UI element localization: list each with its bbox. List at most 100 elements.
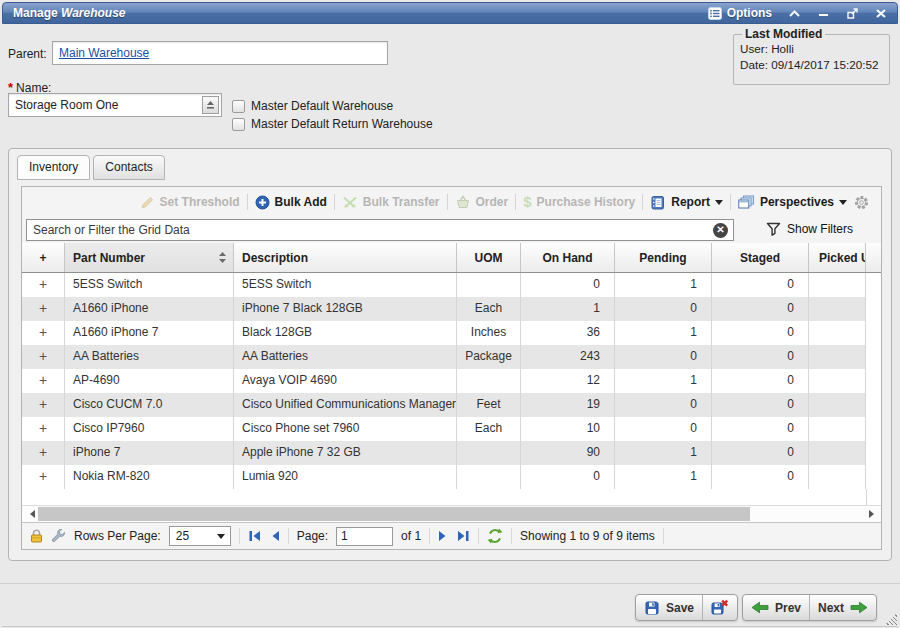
header-uom[interactable]: UOM <box>457 243 521 272</box>
cell-picked <box>809 345 866 369</box>
pencil-icon <box>140 195 155 210</box>
cell-uom <box>457 369 521 393</box>
table-row[interactable]: +A1660 iPhoneiPhone 7 Black 128GBEach100 <box>22 297 881 321</box>
scrollbar-thumb[interactable] <box>38 507 750 521</box>
gear-icon <box>854 195 869 210</box>
parent-label: Parent: <box>8 47 47 61</box>
master-default-return-warehouse-checkbox[interactable] <box>232 118 245 131</box>
inventory-grid: Set Threshold Bulk Add Bulk Transfer Ord… <box>21 186 882 550</box>
rows-per-page-select[interactable]: 25 <box>169 526 231 546</box>
save-button[interactable]: Save <box>636 595 702 620</box>
row-expander[interactable]: + <box>22 369 65 393</box>
master-default-warehouse-checkbox[interactable] <box>232 100 245 113</box>
cell-staged: 0 <box>712 297 809 321</box>
cell-desc: AA Batteries <box>234 345 457 369</box>
report-icon <box>650 195 666 210</box>
popout-icon[interactable] <box>846 7 859 19</box>
next-page-button[interactable] <box>438 530 448 542</box>
first-page-button[interactable] <box>248 530 262 542</box>
report-button[interactable]: Report <box>650 195 723 210</box>
prev-page-button[interactable] <box>270 530 280 542</box>
cell-uom: Each <box>457 417 521 441</box>
tab-contacts[interactable]: Contacts <box>93 155 164 180</box>
show-filters-button[interactable]: Show Filters <box>766 222 853 236</box>
table-row[interactable]: +iPhone 7Apple iPhone 7 32 GB9010 <box>22 441 881 465</box>
cell-staged: 0 <box>712 393 809 417</box>
cell-pending: 1 <box>615 321 712 345</box>
row-expander[interactable]: + <box>22 321 65 345</box>
header-pending[interactable]: Pending <box>615 243 712 272</box>
minimize-icon[interactable] <box>817 8 830 19</box>
parent-link[interactable]: Main Warehouse <box>59 46 149 60</box>
cell-staged: 0 <box>712 465 809 489</box>
order-button[interactable]: Order <box>455 195 509 209</box>
name-field[interactable]: Storage Room One <box>8 93 222 117</box>
row-scrollbar-stub <box>866 465 881 489</box>
transfer-arrows-icon <box>342 195 358 209</box>
next-button[interactable]: Next <box>810 595 876 620</box>
close-icon[interactable] <box>875 8 887 19</box>
cell-staged: 0 <box>712 369 809 393</box>
table-row[interactable]: +Cisco IP7960Cisco Phone set 7960Each100… <box>22 417 881 441</box>
header-on-hand[interactable]: On Hand <box>521 243 615 272</box>
row-scrollbar-stub <box>866 441 881 465</box>
header-expander[interactable]: + <box>22 243 65 272</box>
perspectives-button[interactable]: Perspectives <box>738 195 847 209</box>
table-row[interactable]: +AA BatteriesAA BatteriesPackage24300 <box>22 345 881 369</box>
page-input[interactable] <box>336 527 393 546</box>
row-expander[interactable]: + <box>22 417 65 441</box>
row-expander[interactable]: + <box>22 273 65 297</box>
lock-icon[interactable] <box>30 529 43 543</box>
row-scrollbar-stub <box>866 273 881 297</box>
cell-picked <box>809 297 866 321</box>
scroll-right-icon[interactable] <box>865 506 881 522</box>
header-picked-up[interactable]: Picked Up <box>809 243 866 272</box>
purchase-history-button[interactable]: $ Purchase History <box>523 195 635 209</box>
table-row[interactable]: +A1660 iPhone 7Black 128GBInches3610 <box>22 321 881 345</box>
report-caret-icon <box>715 200 723 209</box>
bulk-add-button[interactable]: Bulk Add <box>255 195 327 210</box>
horizontal-scrollbar[interactable] <box>22 505 881 522</box>
wrench-icon[interactable] <box>51 529 66 544</box>
set-threshold-button[interactable]: Set Threshold <box>140 195 240 210</box>
header-part-number[interactable]: Part Number <box>65 243 234 272</box>
table-row[interactable]: +Nokia RM-820Lumia 920010 <box>22 465 881 489</box>
cell-desc: Cisco Unified Communications Manager <box>234 393 457 417</box>
parent-field[interactable]: Main Warehouse <box>52 41 388 65</box>
refresh-icon[interactable] <box>487 528 503 544</box>
last-page-button[interactable] <box>456 530 470 542</box>
table-row[interactable]: +AP-4690Avaya VOIP 46901210 <box>22 369 881 393</box>
cell-staged: 0 <box>712 321 809 345</box>
tab-inventory[interactable]: Inventory <box>17 155 90 180</box>
row-expander[interactable]: + <box>22 465 65 489</box>
scroll-left-icon[interactable] <box>22 506 38 522</box>
row-expander[interactable]: + <box>22 441 65 465</box>
bulk-transfer-button[interactable]: Bulk Transfer <box>342 195 440 209</box>
save-and-close-button[interactable] <box>703 595 737 620</box>
grid-settings-button[interactable] <box>854 195 869 210</box>
scrollbar-track[interactable] <box>750 506 865 522</box>
options-button[interactable]: Options <box>708 6 772 20</box>
grid-toolbar: Set Threshold Bulk Add Bulk Transfer Ord… <box>22 187 881 217</box>
sort-icon <box>218 251 227 264</box>
prev-button[interactable]: Prev <box>743 595 809 620</box>
grid-header: + Part Number Description UOM On Hand Pe… <box>22 243 881 273</box>
header-description[interactable]: Description <box>234 243 457 272</box>
table-row[interactable]: +5ESS Switch5ESS Switch010 <box>22 273 881 297</box>
cell-desc: Lumia 920 <box>234 465 457 489</box>
page-of-label: of 1 <box>401 529 421 543</box>
table-row[interactable]: +Cisco CUCM 7.0Cisco Unified Communicati… <box>22 393 881 417</box>
row-expander[interactable]: + <box>22 297 65 321</box>
search-input[interactable] <box>26 219 734 241</box>
header-staged[interactable]: Staged <box>712 243 809 272</box>
row-expander[interactable]: + <box>22 393 65 417</box>
row-expander[interactable]: + <box>22 345 65 369</box>
search-clear-icon[interactable]: ✕ <box>713 223 728 238</box>
master-default-warehouse-row: Master Default Warehouse <box>232 99 393 113</box>
resize-grip[interactable] <box>885 613 897 625</box>
cell-pending: 1 <box>615 465 712 489</box>
cell-desc: 5ESS Switch <box>234 273 457 297</box>
cell-uom: Each <box>457 297 521 321</box>
collapse-icon[interactable] <box>788 8 801 19</box>
name-picker-button[interactable] <box>202 96 219 114</box>
